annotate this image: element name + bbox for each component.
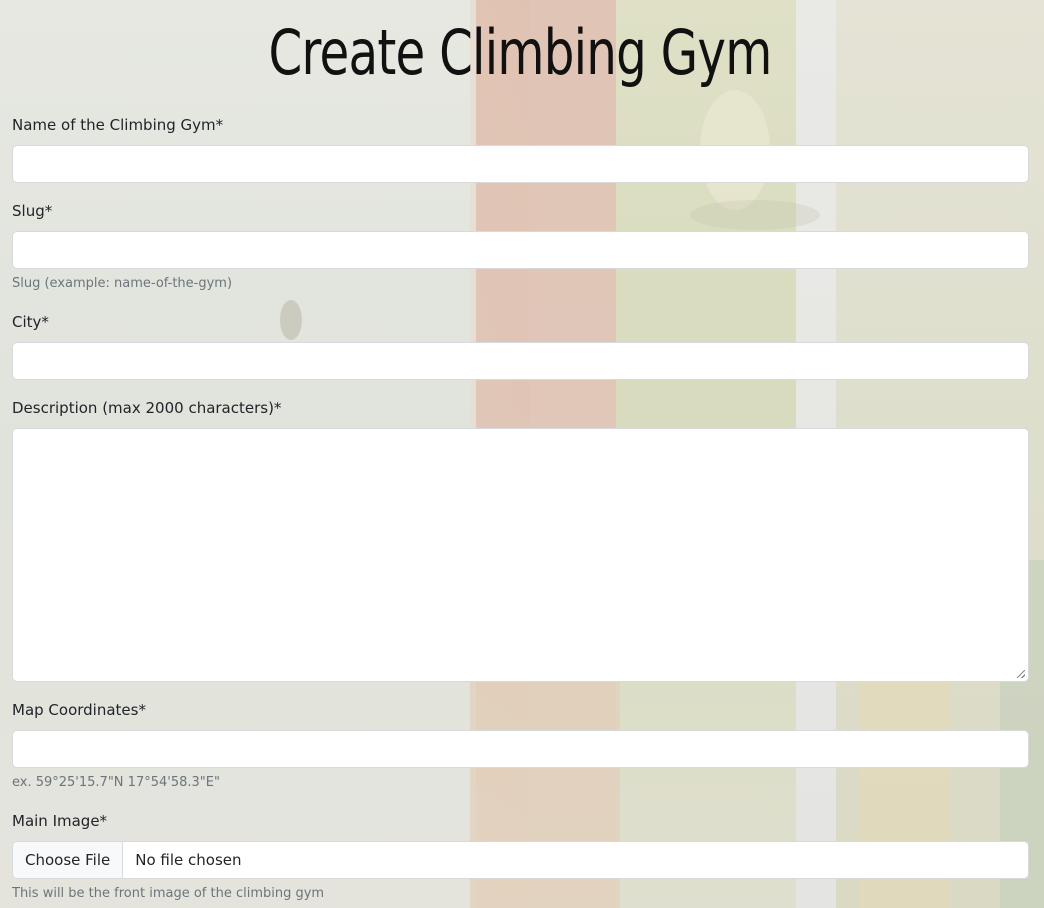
slug-help-text: Slug (example: name-of-the-gym) <box>12 276 233 291</box>
name-label: Name of the Climbing Gym* <box>12 116 224 134</box>
description-textarea[interactable] <box>12 428 1029 682</box>
slug-input[interactable] <box>12 231 1029 269</box>
description-field-group: Description (max 2000 characters)* <box>12 398 1029 682</box>
main-image-file-input[interactable]: Choose File No file chosen <box>12 841 1029 879</box>
map-coordinates-input[interactable] <box>12 730 1029 768</box>
main-image-label: Main Image* <box>12 812 108 830</box>
main-image-field-group: Main Image* Choose File No file chosen T… <box>12 811 1029 902</box>
city-input[interactable] <box>12 342 1029 380</box>
file-status-text: No file chosen <box>135 851 242 869</box>
name-input[interactable] <box>12 145 1029 183</box>
description-label: Description (max 2000 characters)* <box>12 399 282 417</box>
slug-label: Slug* <box>12 202 53 220</box>
create-gym-form-page: Create Climbing Gym <box>0 0 1044 110</box>
city-label: City* <box>12 313 49 331</box>
choose-file-button[interactable]: Choose File <box>13 842 124 878</box>
resize-grip-icon[interactable] <box>1017 670 1025 678</box>
main-image-help-text: This will be the front image of the clim… <box>12 886 325 901</box>
map-coordinates-help-text: ex. 59°25'15.7"N 17°54'58.3"E" <box>12 775 220 790</box>
name-field-group: Name of the Climbing Gym* <box>12 115 1029 183</box>
slug-field-group: Slug* Slug (example: name-of-the-gym) <box>12 201 1029 292</box>
city-field-group: City* <box>12 312 1029 380</box>
map-coordinates-field-group: Map Coordinates* ex. 59°25'15.7"N 17°54'… <box>12 700 1029 791</box>
map-coordinates-label: Map Coordinates* <box>12 701 146 719</box>
page-title: Create Climbing Gym <box>268 16 772 89</box>
